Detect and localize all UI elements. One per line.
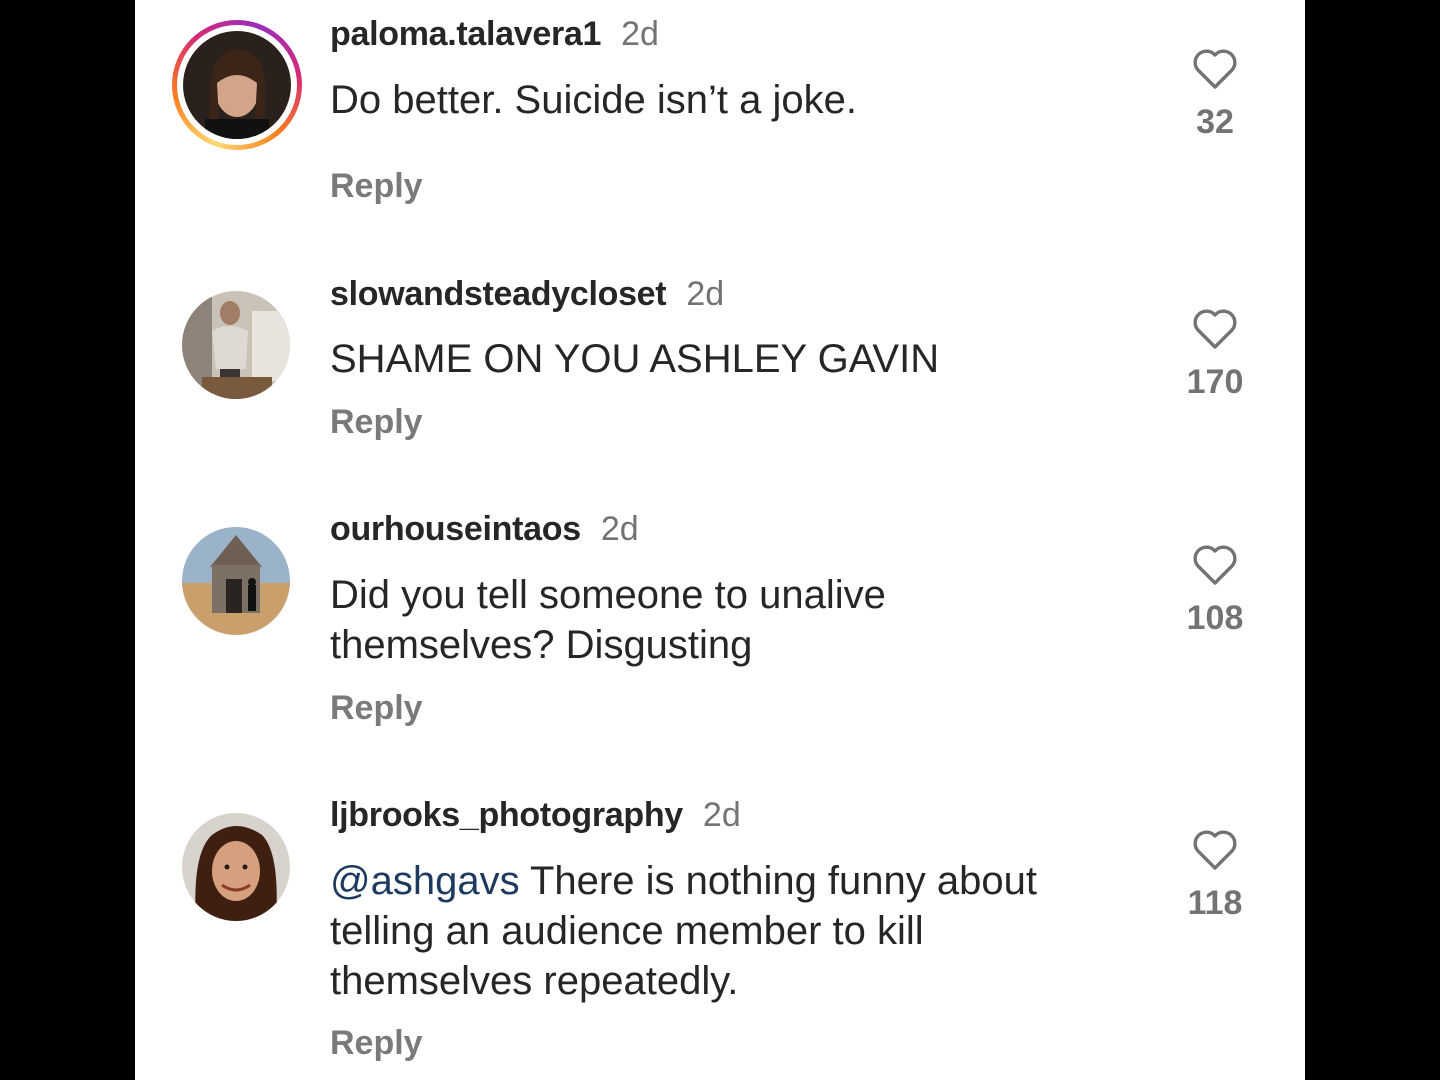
heart-outline-icon[interactable] bbox=[1175, 47, 1255, 91]
like-count: 118 bbox=[1187, 884, 1243, 922]
username[interactable]: slowandsteadycloset bbox=[330, 275, 667, 313]
comment-text-line: @ashgavs There is nothing funny about bbox=[330, 856, 1150, 906]
reply-button[interactable]: Reply bbox=[330, 689, 423, 728]
avatar[interactable] bbox=[182, 527, 290, 635]
like-group: 108 bbox=[1175, 543, 1255, 638]
timestamp: 2d bbox=[600, 510, 639, 548]
timestamp: 2d bbox=[702, 796, 741, 834]
like-count: 170 bbox=[1186, 363, 1244, 401]
comment-text: @ashgavs There is nothing funny about te… bbox=[330, 856, 1150, 1006]
username[interactable]: ourhouseintaos bbox=[330, 510, 581, 548]
comment-header: ljbrooks_photography 2d bbox=[330, 796, 741, 835]
reply-button[interactable]: Reply bbox=[330, 1024, 423, 1063]
heart-outline-icon[interactable] bbox=[1175, 543, 1255, 587]
like-count: 108 bbox=[1186, 599, 1244, 637]
comment-text-line: themselves repeatedly. bbox=[330, 959, 739, 1003]
like-group: 170 bbox=[1175, 307, 1255, 402]
comment-text: Do better. Suicide isn’t a joke. bbox=[330, 78, 857, 122]
reply-button[interactable]: Reply bbox=[330, 403, 423, 442]
heart-outline-icon[interactable] bbox=[1175, 307, 1255, 351]
timestamp: 2d bbox=[621, 15, 659, 53]
comment-header: ourhouseintaos 2d bbox=[330, 510, 639, 549]
username[interactable]: paloma.talavera1 bbox=[330, 15, 601, 53]
story-ring[interactable] bbox=[172, 20, 302, 150]
comment-text: SHAME ON YOU ASHLEY GAVIN bbox=[330, 337, 940, 381]
comment-header: slowandsteadycloset 2d bbox=[330, 275, 724, 314]
timestamp: 2d bbox=[686, 275, 725, 313]
comment-text-line: themselves? Disgusting bbox=[330, 623, 753, 667]
username[interactable]: ljbrooks_photography bbox=[330, 796, 683, 834]
comment-header: paloma.talavera1 2d bbox=[330, 15, 659, 54]
comment-text: Did you tell someone to unalive themselv… bbox=[330, 570, 1130, 670]
comments-panel: paloma.talavera1 2d Do better. Suicide is… bbox=[135, 0, 1305, 1080]
like-group: 118 bbox=[1175, 828, 1255, 923]
comment-text-line: telling an audience member to kill bbox=[330, 909, 924, 953]
comment-text-segment: There is nothing funny about bbox=[519, 859, 1037, 903]
reply-button[interactable]: Reply bbox=[330, 167, 423, 206]
heart-outline-icon[interactable] bbox=[1175, 828, 1255, 872]
avatar[interactable] bbox=[182, 813, 290, 921]
comment-text-line: Did you tell someone to unalive bbox=[330, 573, 886, 617]
like-count: 32 bbox=[1196, 103, 1234, 141]
mention-link[interactable]: @ashgavs bbox=[330, 859, 520, 903]
like-group: 32 bbox=[1175, 47, 1255, 142]
avatar[interactable] bbox=[183, 31, 291, 139]
avatar[interactable] bbox=[182, 291, 290, 399]
